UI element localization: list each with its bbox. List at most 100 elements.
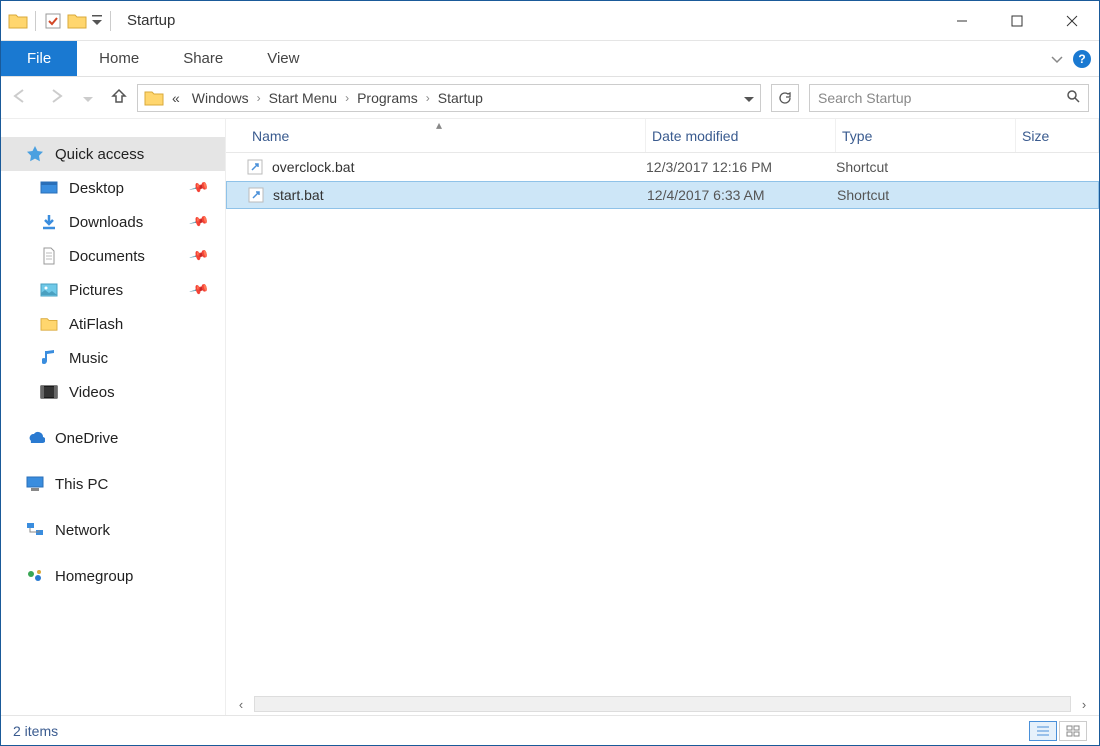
folder-icon — [144, 89, 164, 107]
file-row[interactable]: start.bat12/4/2017 6:33 AMShortcut — [226, 181, 1099, 209]
file-name: overclock.bat — [272, 159, 354, 175]
pictures-icon — [39, 281, 59, 299]
shortcut-icon — [247, 186, 265, 204]
separator — [35, 11, 36, 31]
navigation-pane: Quick access Desktop 📌 Downloads 📌 Docum… — [1, 119, 226, 715]
pin-icon: 📌 — [188, 245, 210, 267]
file-list-pane: ▴ Name Date modified Type Size overclock… — [226, 119, 1099, 715]
videos-icon — [39, 383, 59, 401]
refresh-button[interactable] — [771, 84, 799, 112]
search-input[interactable]: Search Startup — [809, 84, 1089, 112]
star-icon — [25, 145, 45, 163]
sidebar-item-label: Downloads — [69, 214, 143, 231]
address-bar[interactable]: « Windows › Start Menu › Programs › Star… — [137, 84, 761, 112]
view-details-button[interactable] — [1029, 721, 1057, 741]
pin-icon: 📌 — [188, 211, 210, 233]
sidebar-item-label: Music — [69, 350, 108, 367]
sidebar-item-pictures[interactable]: Pictures 📌 — [1, 273, 225, 307]
document-icon — [39, 247, 59, 265]
breadcrumb-item[interactable]: Startup — [434, 90, 487, 106]
horizontal-scrollbar[interactable]: ‹ › — [226, 693, 1099, 715]
separator — [110, 11, 111, 31]
view-icons-button[interactable] — [1059, 721, 1087, 741]
window-title: Startup — [117, 12, 175, 29]
column-headers: ▴ Name Date modified Type Size — [226, 119, 1099, 153]
column-header-name[interactable]: Name — [246, 119, 646, 152]
help-icon[interactable]: ? — [1073, 50, 1091, 68]
file-name: start.bat — [273, 187, 324, 203]
breadcrumb-item[interactable]: Programs — [353, 90, 422, 106]
column-header-size[interactable]: Size — [1016, 119, 1099, 152]
onedrive-icon — [25, 429, 45, 447]
file-type: Shortcut — [836, 159, 1016, 175]
sidebar-item-documents[interactable]: Documents 📌 — [1, 239, 225, 273]
maximize-button[interactable] — [989, 1, 1044, 41]
sidebar-item-videos[interactable]: Videos — [1, 375, 225, 409]
address-dropdown-icon[interactable] — [744, 90, 754, 106]
search-icon[interactable] — [1066, 89, 1080, 106]
chevron-right-icon[interactable]: › — [345, 91, 349, 105]
folder-icon — [7, 10, 29, 32]
column-header-type[interactable]: Type — [836, 119, 1016, 152]
scroll-right-icon[interactable]: › — [1075, 697, 1093, 712]
status-bar: 2 items — [1, 715, 1099, 745]
sidebar-item-label: Videos — [69, 384, 115, 401]
homegroup-icon — [25, 567, 45, 585]
column-header-date[interactable]: Date modified — [646, 119, 836, 152]
navigation-bar: « Windows › Start Menu › Programs › Star… — [1, 77, 1099, 119]
sidebar-item-this-pc[interactable]: This PC — [1, 467, 225, 501]
search-placeholder: Search Startup — [818, 90, 1066, 106]
minimize-button[interactable] — [934, 1, 989, 41]
sidebar-item-label: This PC — [55, 476, 108, 493]
folder-icon — [39, 315, 59, 333]
new-folder-icon[interactable] — [66, 10, 88, 32]
tab-home[interactable]: Home — [77, 41, 161, 76]
sidebar-item-desktop[interactable]: Desktop 📌 — [1, 171, 225, 205]
up-button[interactable] — [111, 88, 127, 107]
close-button[interactable] — [1044, 1, 1099, 41]
sidebar-item-homegroup[interactable]: Homegroup — [1, 559, 225, 593]
download-icon — [39, 213, 59, 231]
sidebar-item-label: Network — [55, 522, 110, 539]
sidebar-item-atiflash[interactable]: AtiFlash — [1, 307, 225, 341]
tab-view[interactable]: View — [245, 41, 321, 76]
breadcrumb-item[interactable]: Start Menu — [265, 90, 341, 106]
scrollbar-track[interactable] — [254, 696, 1071, 712]
status-text: 2 items — [13, 723, 58, 739]
sidebar-item-network[interactable]: Network — [1, 513, 225, 547]
sidebar-item-label: Pictures — [69, 282, 123, 299]
sidebar-item-onedrive[interactable]: OneDrive — [1, 421, 225, 455]
file-date: 12/3/2017 12:16 PM — [646, 159, 836, 175]
pin-icon: 📌 — [188, 177, 210, 199]
pin-icon: 📌 — [188, 279, 210, 301]
file-row[interactable]: overclock.bat 12/3/2017 12:16 PMShortcut — [226, 153, 1099, 181]
qat-dropdown-icon[interactable] — [90, 15, 104, 26]
tab-file[interactable]: File — [1, 41, 77, 76]
this-pc-icon — [25, 475, 45, 493]
shortcut-icon — [246, 158, 264, 176]
scroll-left-icon[interactable]: ‹ — [232, 697, 250, 712]
file-date: 12/4/2017 6:33 AM — [647, 187, 837, 203]
chevron-right-icon[interactable]: › — [257, 91, 261, 105]
sidebar-item-label: OneDrive — [55, 430, 118, 447]
music-icon — [39, 349, 59, 367]
back-button[interactable] — [11, 89, 29, 106]
sidebar-item-label: Homegroup — [55, 568, 133, 585]
sidebar-item-downloads[interactable]: Downloads 📌 — [1, 205, 225, 239]
ribbon-collapse-icon[interactable] — [1051, 51, 1063, 67]
chevron-right-icon[interactable]: › — [426, 91, 430, 105]
sidebar-item-music[interactable]: Music — [1, 341, 225, 375]
sidebar-item-label: Quick access — [55, 146, 144, 163]
ribbon-tabs: File Home Share View ? — [1, 41, 1099, 77]
breadcrumb-overflow[interactable]: « — [168, 90, 184, 106]
forward-button[interactable] — [47, 89, 65, 106]
breadcrumb-item[interactable]: Windows — [188, 90, 253, 106]
properties-icon[interactable] — [42, 10, 64, 32]
sidebar-item-label: AtiFlash — [69, 316, 123, 333]
sidebar-item-label: Documents — [69, 248, 145, 265]
recent-dropdown-icon[interactable] — [83, 90, 93, 106]
sort-indicator-icon: ▴ — [436, 118, 442, 132]
tab-share[interactable]: Share — [161, 41, 245, 76]
sidebar-item-quick-access[interactable]: Quick access — [1, 137, 225, 171]
desktop-icon — [39, 179, 59, 197]
